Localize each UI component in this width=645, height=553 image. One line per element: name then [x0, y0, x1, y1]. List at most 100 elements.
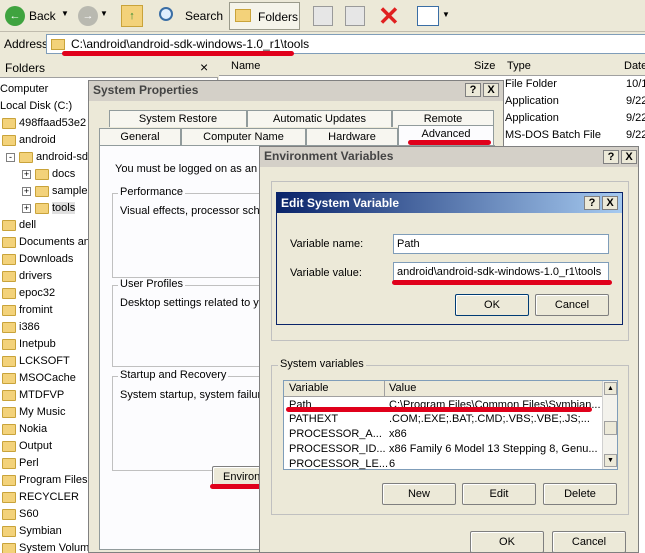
- tree-item[interactable]: Computer: [0, 81, 48, 97]
- variable-name-field[interactable]: Path: [393, 234, 609, 254]
- tree-item[interactable]: MTDFVP: [2, 387, 64, 403]
- column-header-size[interactable]: Size: [474, 60, 495, 72]
- column-header-variable[interactable]: Variable: [289, 382, 329, 394]
- tree-item[interactable]: Inetpub: [2, 336, 56, 352]
- tree-item[interactable]: System Volum: [2, 540, 89, 553]
- back-button[interactable]: ← Back ▼: [3, 4, 71, 28]
- search-button[interactable]: Search: [157, 4, 225, 28]
- startup-recovery-text: System startup, system failure: [120, 389, 268, 401]
- address-highlight: [62, 51, 294, 56]
- edit-cancel-button[interactable]: Cancel: [535, 294, 609, 316]
- views-dropdown-icon[interactable]: ▼: [442, 10, 450, 19]
- column-header-value[interactable]: Value: [389, 382, 416, 394]
- column-divider[interactable]: [384, 381, 385, 397]
- folder-icon: [2, 304, 16, 316]
- file-row[interactable]: Application 9/22: [505, 95, 645, 111]
- file-date: 9/22: [626, 129, 645, 141]
- tree-item[interactable]: LCKSOFT: [2, 353, 70, 369]
- folders-pane-close-icon[interactable]: ×: [200, 59, 208, 75]
- folders-pane-header: Folders ×: [0, 58, 218, 78]
- folders-icon: [235, 9, 251, 22]
- tab-automatic-updates[interactable]: Automatic Updates: [247, 110, 392, 127]
- views-icon[interactable]: [417, 6, 439, 26]
- list-row[interactable]: PROCESSOR_ID... x86 Family 6 Model 13 St…: [284, 442, 602, 456]
- scroll-down-icon[interactable]: ▼: [604, 454, 617, 467]
- up-folder-icon[interactable]: ↑: [121, 5, 143, 27]
- copy-to-icon[interactable]: [345, 6, 365, 26]
- tree-item[interactable]: - android-sdk: [6, 149, 93, 165]
- tree-item[interactable]: Program Files: [2, 472, 87, 488]
- close-button[interactable]: X: [621, 150, 637, 164]
- env-ok-button[interactable]: OK: [470, 531, 544, 553]
- column-header-name[interactable]: Name: [231, 60, 260, 72]
- tree-item[interactable]: drivers: [2, 268, 52, 284]
- delete-button[interactable]: Delete: [543, 483, 617, 505]
- tab-general[interactable]: General: [99, 128, 181, 145]
- file-row[interactable]: MS-DOS Batch File 9/22: [505, 129, 645, 145]
- tree-item[interactable]: Perl: [2, 455, 39, 471]
- system-variables-list[interactable]: Variable Value Path C:\Program Files\Com…: [283, 380, 618, 470]
- variable-value-field[interactable]: android\android-sdk-windows-1.0_r1\tools: [393, 262, 609, 282]
- list-row[interactable]: PROCESSOR_LE... 6: [284, 457, 602, 471]
- tree-item[interactable]: + docs: [22, 166, 75, 182]
- folder-icon: [2, 219, 16, 231]
- file-row[interactable]: File Folder 10/1: [505, 78, 645, 94]
- list-row[interactable]: PROCESSOR_A... x86: [284, 427, 602, 441]
- tab-computer-name[interactable]: Computer Name: [181, 128, 306, 145]
- expand-icon[interactable]: +: [22, 203, 31, 213]
- folder-icon: [35, 202, 49, 214]
- tree-item[interactable]: Downloads: [2, 251, 73, 267]
- collapse-icon[interactable]: -: [6, 152, 15, 162]
- variable-name: PROCESSOR_ID...: [289, 443, 386, 455]
- list-scrollbar[interactable]: ▲ ▼: [602, 381, 617, 469]
- tree-item[interactable]: + samples: [22, 183, 93, 199]
- tree-item[interactable]: Local Disk (C:): [0, 98, 72, 114]
- tree-item[interactable]: MSOCache: [2, 370, 76, 386]
- tree-item[interactable]: S60: [2, 506, 39, 522]
- expand-icon[interactable]: +: [22, 169, 31, 179]
- folders-button[interactable]: Folders: [229, 2, 300, 30]
- tree-item[interactable]: My Music: [2, 404, 65, 420]
- user-profiles-text: Desktop settings related to yo: [120, 297, 265, 309]
- close-button[interactable]: X: [483, 83, 499, 97]
- column-header-date[interactable]: Date: [624, 60, 645, 72]
- tree-item[interactable]: 498ffaad53e2: [2, 115, 86, 131]
- variable-value: x86 Family 6 Model 13 Stepping 8, Genu..…: [389, 443, 598, 455]
- tree-item-selected[interactable]: + tools: [22, 200, 76, 216]
- tree-item[interactable]: android: [2, 132, 56, 148]
- tree-item[interactable]: dell: [2, 217, 36, 233]
- tab-hardware[interactable]: Hardware: [306, 128, 398, 145]
- tree-item[interactable]: fromint: [2, 302, 53, 318]
- forward-button[interactable]: → ▼: [76, 4, 108, 28]
- delete-icon[interactable]: ✕: [378, 2, 400, 30]
- back-dropdown-icon[interactable]: ▼: [61, 9, 69, 18]
- forward-arrow-icon: →: [78, 6, 98, 26]
- help-button[interactable]: ?: [584, 196, 600, 210]
- folder-icon: [2, 134, 16, 146]
- folder-icon: [2, 253, 16, 265]
- new-button[interactable]: New: [382, 483, 456, 505]
- tree-item[interactable]: epoc32: [2, 285, 55, 301]
- tree-item[interactable]: Nokia: [2, 421, 47, 437]
- tab-system-restore[interactable]: System Restore: [109, 110, 247, 127]
- list-row[interactable]: PATHEXT .COM;.EXE;.BAT;.CMD;.VBS;.VBE;.J…: [284, 412, 602, 426]
- tree-item[interactable]: Documents and: [2, 234, 96, 250]
- scroll-up-icon[interactable]: ▲: [604, 382, 617, 395]
- tree-item[interactable]: Output: [2, 438, 52, 454]
- tree-item[interactable]: Symbian: [2, 523, 62, 539]
- move-to-icon[interactable]: [313, 6, 333, 26]
- close-button[interactable]: X: [602, 196, 618, 210]
- forward-dropdown-icon[interactable]: ▼: [100, 9, 108, 18]
- env-cancel-button[interactable]: Cancel: [552, 531, 626, 553]
- scroll-thumb[interactable]: [604, 421, 617, 435]
- edit-ok-button[interactable]: OK: [455, 294, 529, 316]
- help-button[interactable]: ?: [465, 83, 481, 97]
- help-button[interactable]: ?: [603, 150, 619, 164]
- tree-item[interactable]: RECYCLER: [2, 489, 79, 505]
- folder-icon: [2, 440, 16, 452]
- tree-item[interactable]: i386: [2, 319, 40, 335]
- column-header-type[interactable]: Type: [507, 60, 531, 72]
- file-row[interactable]: Application 9/22: [505, 112, 645, 128]
- expand-icon[interactable]: +: [22, 186, 31, 196]
- edit-button[interactable]: Edit: [462, 483, 536, 505]
